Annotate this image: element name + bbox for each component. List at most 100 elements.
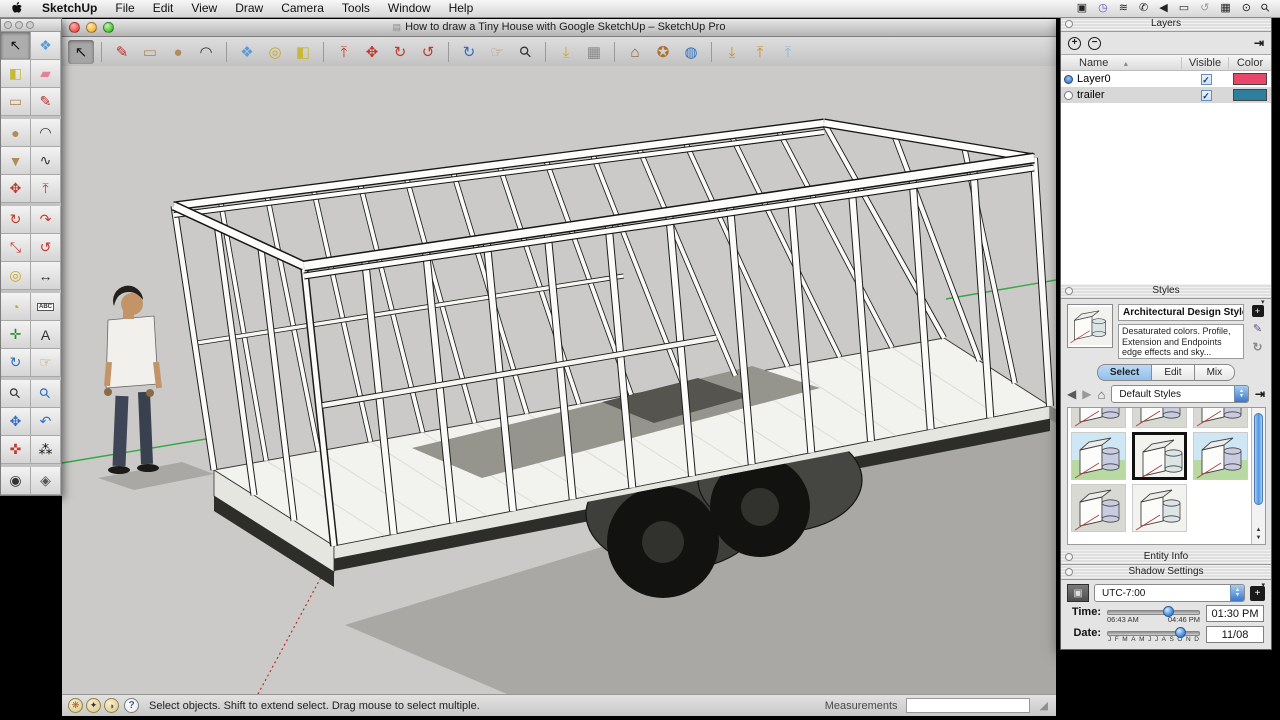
- arc-tool[interactable]: ◠: [31, 119, 61, 147]
- visible-checkbox[interactable]: ✓: [1201, 90, 1212, 101]
- toggle-terrain-tool[interactable]: ▦: [581, 40, 607, 64]
- tape-measure-tool[interactable]: ◎: [1, 262, 31, 290]
- layer-color-swatch[interactable]: [1233, 89, 1267, 101]
- get-models-tool[interactable]: ⤓: [719, 40, 745, 64]
- back-icon[interactable]: ◀: [1067, 387, 1076, 401]
- previous-view-tool[interactable]: ↶: [31, 408, 61, 436]
- style-thumbnail-4[interactable]: [1132, 432, 1187, 480]
- upload-component-tool[interactable]: ⤒: [775, 40, 801, 64]
- line-tool[interactable]: ✎: [31, 88, 61, 116]
- add-layer-button[interactable]: +: [1068, 37, 1081, 50]
- palette-close-button[interactable]: [4, 21, 12, 29]
- position-camera-tool[interactable]: ✜: [1, 436, 31, 464]
- menu-view[interactable]: View: [182, 0, 226, 17]
- orbit-tool[interactable]: ↻: [1, 349, 31, 377]
- shadow-detail-button[interactable]: +: [1250, 586, 1265, 601]
- style-thumbnail-6[interactable]: [1071, 484, 1126, 532]
- make-component-tool[interactable]: ❖: [234, 40, 260, 64]
- make-component-tool[interactable]: ❖: [31, 32, 61, 60]
- paint-bucket-tool[interactable]: ◧: [1, 60, 31, 88]
- circle-tool[interactable]: ●: [1, 119, 31, 147]
- date-slider-thumb[interactable]: [1175, 627, 1186, 638]
- column-name[interactable]: Name▲: [1061, 57, 1182, 69]
- column-visible[interactable]: Visible: [1182, 57, 1229, 69]
- styles-scrollbar[interactable]: ▲▼: [1251, 408, 1265, 544]
- style-thumbnail-1[interactable]: [1132, 407, 1187, 428]
- battery-icon[interactable]: ▭: [1179, 0, 1189, 17]
- scrollbar-thumb[interactable]: [1254, 413, 1263, 505]
- collapse-icon[interactable]: [1065, 553, 1073, 561]
- follow-me-tool[interactable]: ↷: [31, 206, 61, 234]
- forward-icon[interactable]: ▶: [1082, 387, 1091, 401]
- tape-measure-tool[interactable]: ◎: [262, 40, 288, 64]
- wifi-icon[interactable]: ≋: [1119, 0, 1128, 17]
- scrollbar-arrows[interactable]: ▲▼: [1252, 526, 1265, 544]
- axes-tool[interactable]: ✛: [1, 321, 31, 349]
- video-camera-icon[interactable]: ▣: [1077, 0, 1087, 17]
- rotate-tool[interactable]: ↻: [1, 206, 31, 234]
- spotlight-icon[interactable]: ⚲: [1257, 0, 1275, 17]
- refresh-styles-icon[interactable]: ↻: [1252, 340, 1262, 354]
- get-current-view-tool[interactable]: ⤓: [553, 40, 579, 64]
- palette-zoom-button[interactable]: [26, 21, 34, 29]
- menu-tools[interactable]: Tools: [333, 0, 379, 17]
- volume-icon[interactable]: ◀: [1159, 0, 1167, 17]
- tab-mix[interactable]: Mix: [1195, 364, 1236, 381]
- share-model-tool[interactable]: ⤒: [747, 40, 773, 64]
- column-color[interactable]: Color: [1229, 57, 1271, 69]
- arc-tool[interactable]: ◠: [193, 40, 219, 64]
- push-pull-tool[interactable]: ⤒: [331, 40, 357, 64]
- section-plane-tool[interactable]: ◈: [31, 467, 61, 495]
- alarm-clock-icon[interactable]: ◷: [1098, 0, 1108, 17]
- layers-detail-icon[interactable]: ⇥: [1254, 36, 1264, 50]
- spaces-icon[interactable]: ▦: [1220, 0, 1230, 17]
- window-titlebar[interactable]: ▤How to draw a Tiny House with Google Sk…: [62, 19, 1056, 37]
- menu-edit[interactable]: Edit: [144, 0, 183, 17]
- collapse-icon[interactable]: [1065, 20, 1073, 28]
- menu-draw[interactable]: Draw: [226, 0, 272, 17]
- collapse-icon[interactable]: [1065, 568, 1073, 576]
- zoom-button[interactable]: [103, 22, 114, 33]
- paint-bucket-tool[interactable]: ◧: [290, 40, 316, 64]
- pan-tool[interactable]: ☞: [484, 40, 510, 64]
- move-tool[interactable]: ✥: [1, 175, 31, 203]
- style-thumbnail-7[interactable]: [1132, 484, 1187, 532]
- palette-minimize-button[interactable]: [15, 21, 23, 29]
- help-icon[interactable]: ?: [124, 698, 139, 713]
- line-tool[interactable]: ✎: [109, 40, 135, 64]
- offset-tool[interactable]: ↺: [415, 40, 441, 64]
- layers-table-header[interactable]: Name▲ Visible Color: [1061, 55, 1271, 71]
- style-description-field[interactable]: Desaturated colors. Profile, Extension a…: [1118, 324, 1244, 359]
- style-name-field[interactable]: Architectural Design Style: [1118, 304, 1244, 321]
- menu-sketchup[interactable]: SketchUp: [33, 0, 106, 17]
- date-slider[interactable]: [1107, 626, 1200, 638]
- select-tool[interactable]: ↖: [1, 32, 31, 60]
- close-button[interactable]: [69, 22, 80, 33]
- layer-color-swatch[interactable]: [1233, 73, 1267, 85]
- layer-row[interactable]: Layer0✓: [1061, 71, 1271, 87]
- push-pull-tool[interactable]: ⤒: [31, 175, 61, 203]
- zoom-tool[interactable]: ⚲: [512, 40, 538, 64]
- apple-menu[interactable]: [0, 2, 33, 15]
- time-value-field[interactable]: 01:30 PM: [1206, 605, 1264, 622]
- style-thumbnail-2[interactable]: [1193, 407, 1248, 428]
- time-slider[interactable]: [1107, 605, 1200, 617]
- user-switch-icon[interactable]: ⊙: [1242, 0, 1251, 17]
- resize-grip[interactable]: ◢: [1040, 699, 1048, 712]
- palette-titlebar[interactable]: [1, 19, 61, 32]
- look-around-tool[interactable]: ◉: [1, 467, 31, 495]
- style-thumbnail-5[interactable]: [1193, 432, 1248, 480]
- walk-tool[interactable]: ⁂: [31, 436, 61, 464]
- menu-file[interactable]: File: [106, 0, 143, 17]
- time-slider-thumb[interactable]: [1163, 606, 1174, 617]
- status-orb-1[interactable]: ❋: [68, 698, 83, 713]
- collapse-icon[interactable]: [1065, 287, 1073, 295]
- zoom-window-tool[interactable]: ⚲: [31, 380, 61, 408]
- home-icon[interactable]: ⌂: [1097, 387, 1105, 402]
- style-thumbnail-3[interactable]: [1071, 432, 1126, 480]
- style-thumbnail-0[interactable]: [1071, 407, 1126, 428]
- photo-textures-tool[interactable]: ✪: [650, 40, 676, 64]
- rectangle-tool[interactable]: ▭: [1, 88, 31, 116]
- styles-detail-icon[interactable]: ⇥: [1255, 387, 1265, 401]
- layer-active-radio[interactable]: [1064, 91, 1073, 100]
